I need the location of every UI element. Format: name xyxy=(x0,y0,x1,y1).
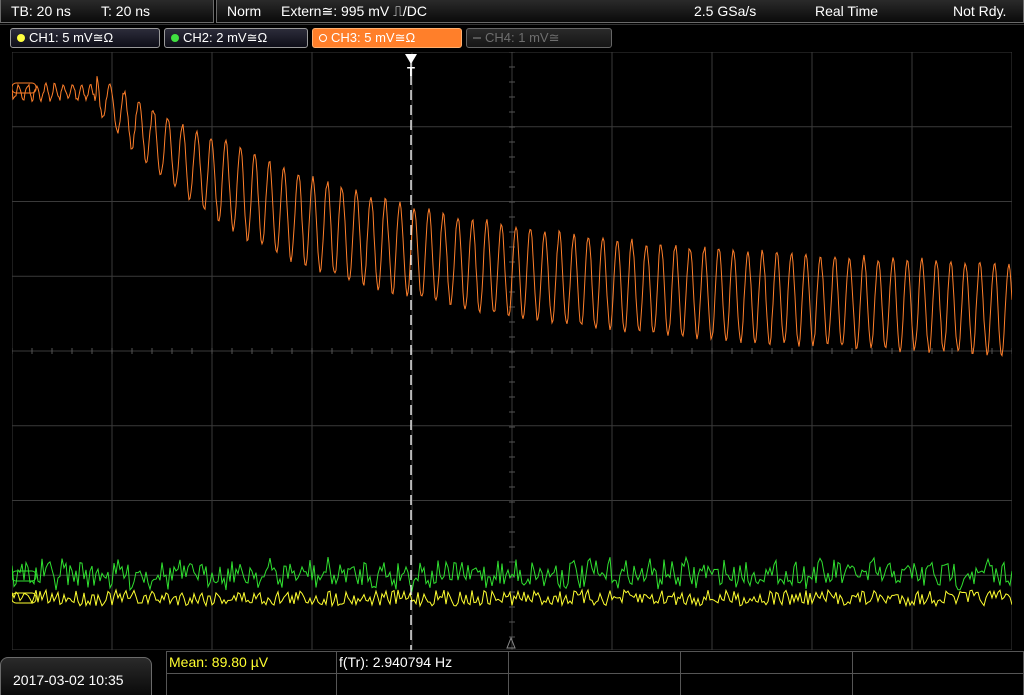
channel-1-button[interactable]: CH1: 5 mV≅Ω xyxy=(10,28,160,48)
measurement-cell xyxy=(852,673,1024,695)
channel-4-indicator-icon xyxy=(473,37,481,39)
frequency-measurement[interactable]: f(Tr): 2.940794 Hz xyxy=(339,654,452,670)
channel-1-indicator-icon xyxy=(17,34,25,42)
acquisition-mode: Real Time xyxy=(815,3,879,19)
waveform-display[interactable]: T xyxy=(12,52,1012,650)
trigger-mode: Norm xyxy=(227,3,262,19)
channel-1-label: CH1: 5 mV≅Ω xyxy=(29,30,114,45)
top-status-bar: TB: 20 ns T: 20 ns Norm Extern≅: 995 mV … xyxy=(0,0,1024,24)
measurement-cell xyxy=(680,673,852,695)
sample-rate: 2.5 GSa/s xyxy=(694,3,757,19)
measurement-cell xyxy=(680,651,852,673)
channel-2-label: CH2: 2 mV≅Ω xyxy=(183,30,268,45)
channel-4-button[interactable]: CH4: 1 mV≅ xyxy=(466,28,612,48)
trigger-source: Extern≅: 995 mV ⎍/DC xyxy=(281,3,428,19)
datetime-label: 2017-03-02 10:35 xyxy=(13,672,124,688)
trigger-marker-label: T xyxy=(407,64,415,79)
acquisition-status: Not Rdy. xyxy=(953,3,1007,19)
timebase-value: TB: 20 ns xyxy=(11,3,71,19)
channel-2-button[interactable]: CH2: 2 mV≅Ω xyxy=(164,28,308,48)
measurement-cell xyxy=(336,673,508,695)
mean-measurement[interactable]: Mean: 89.80 µV xyxy=(169,654,268,670)
channel-3-label: CH3: 5 mV≅Ω xyxy=(331,30,416,45)
channel-2-indicator-icon xyxy=(171,34,179,42)
measurement-cell xyxy=(508,673,680,695)
measurement-grid xyxy=(166,651,1024,695)
bottom-status-bar: 2017-03-02 10:35 Mean: 89.80 µV f(Tr): 2… xyxy=(0,651,1024,695)
trigger-time-value: T: 20 ns xyxy=(101,3,151,19)
trigger-panel[interactable]: Norm Extern≅: 995 mV ⎍/DC 2.5 GSa/s Real… xyxy=(216,0,1024,23)
measurement-cell xyxy=(166,673,336,695)
channel-bar: CH1: 5 mV≅Ω CH2: 2 mV≅Ω CH3: 5 mV≅Ω CH4:… xyxy=(0,24,1024,50)
channel-4-label: CH4: 1 mV≅ xyxy=(485,30,560,45)
channel-3-button[interactable]: CH3: 5 mV≅Ω xyxy=(312,28,462,48)
measurement-cell xyxy=(508,651,680,673)
timebase-panel[interactable]: TB: 20 ns T: 20 ns xyxy=(0,0,214,23)
measurement-cell xyxy=(852,651,1024,673)
channel-3-indicator-icon xyxy=(319,34,327,42)
datetime-panel: 2017-03-02 10:35 xyxy=(0,657,152,695)
